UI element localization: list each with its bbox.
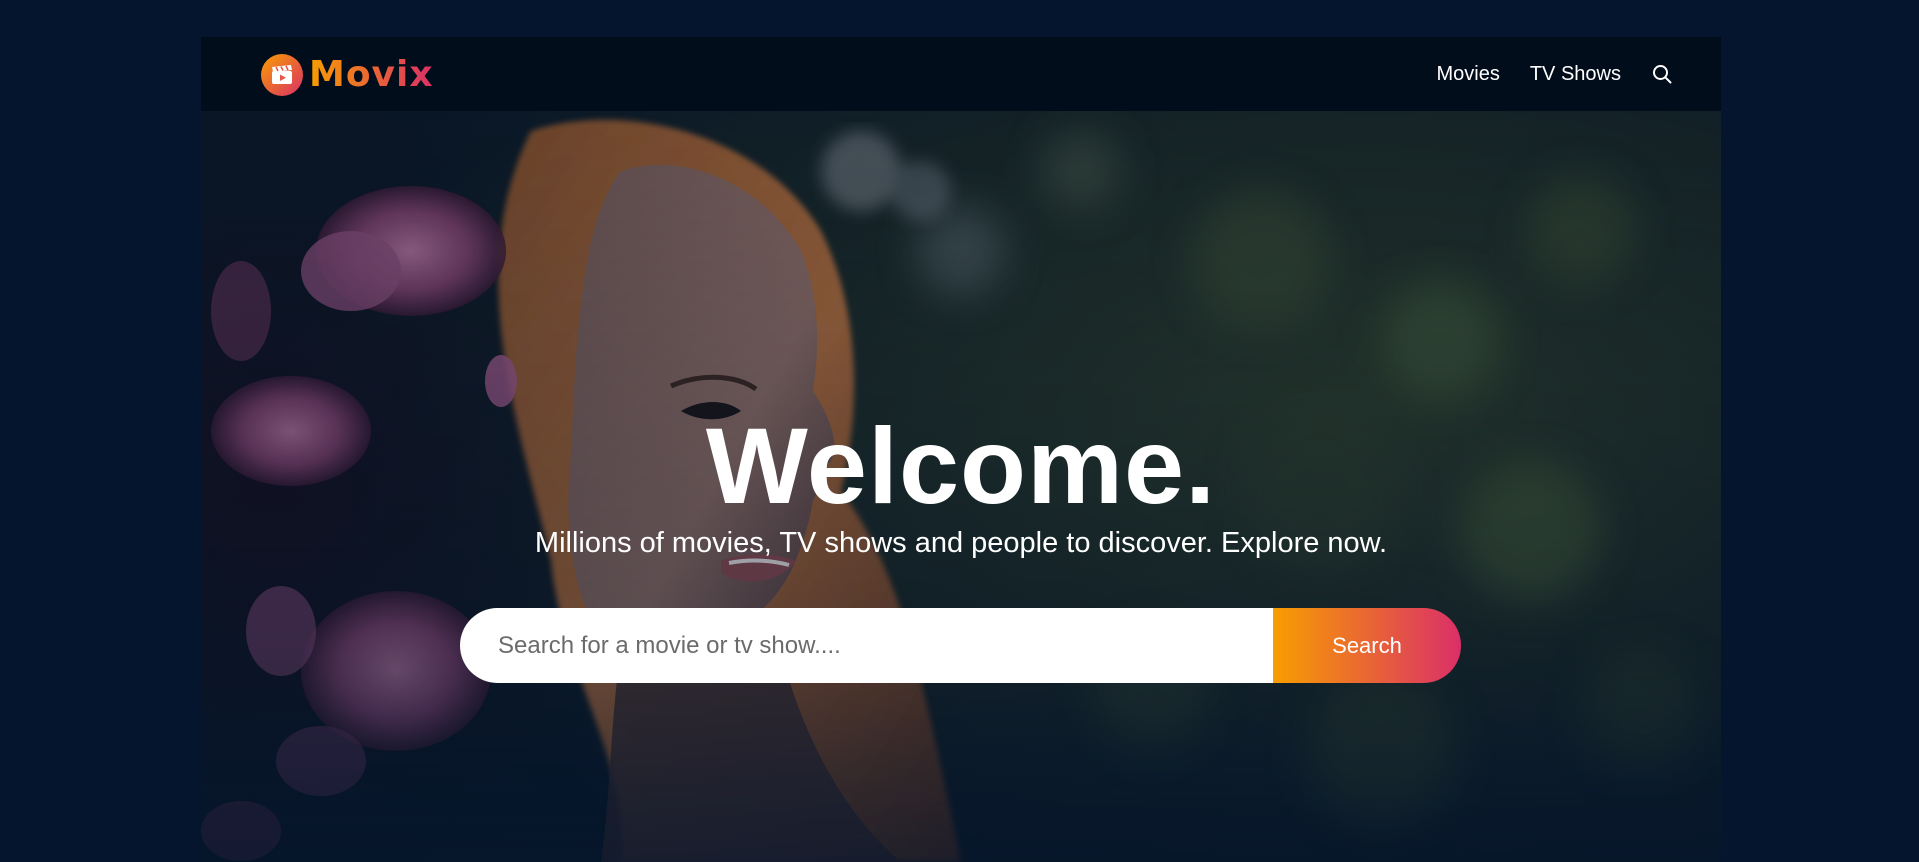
nav-tv-shows[interactable]: TV Shows <box>1530 63 1621 86</box>
hero-title: Welcome. <box>705 405 1217 526</box>
app-frame: Welcome. Millions of movies, TV shows an… <box>201 37 1721 862</box>
clapperboard-icon <box>261 54 303 96</box>
logo[interactable]: Movix <box>261 54 434 96</box>
hero-content: Welcome. Millions of movies, TV shows an… <box>201 111 1721 862</box>
nav-movies[interactable]: Movies <box>1436 63 1499 86</box>
search-input[interactable] <box>460 608 1273 683</box>
top-header: Movix Movies TV Shows <box>201 37 1721 111</box>
main-nav: Movies TV Shows <box>1406 37 1673 111</box>
search-icon[interactable] <box>1651 63 1673 85</box>
hero-subtitle: Millions of movies, TV shows and people … <box>534 527 1388 559</box>
search-form: Search <box>460 608 1461 683</box>
logo-text: Movix <box>309 54 434 95</box>
search-button[interactable]: Search <box>1273 608 1461 683</box>
hero-banner: Welcome. Millions of movies, TV shows an… <box>201 111 1721 862</box>
